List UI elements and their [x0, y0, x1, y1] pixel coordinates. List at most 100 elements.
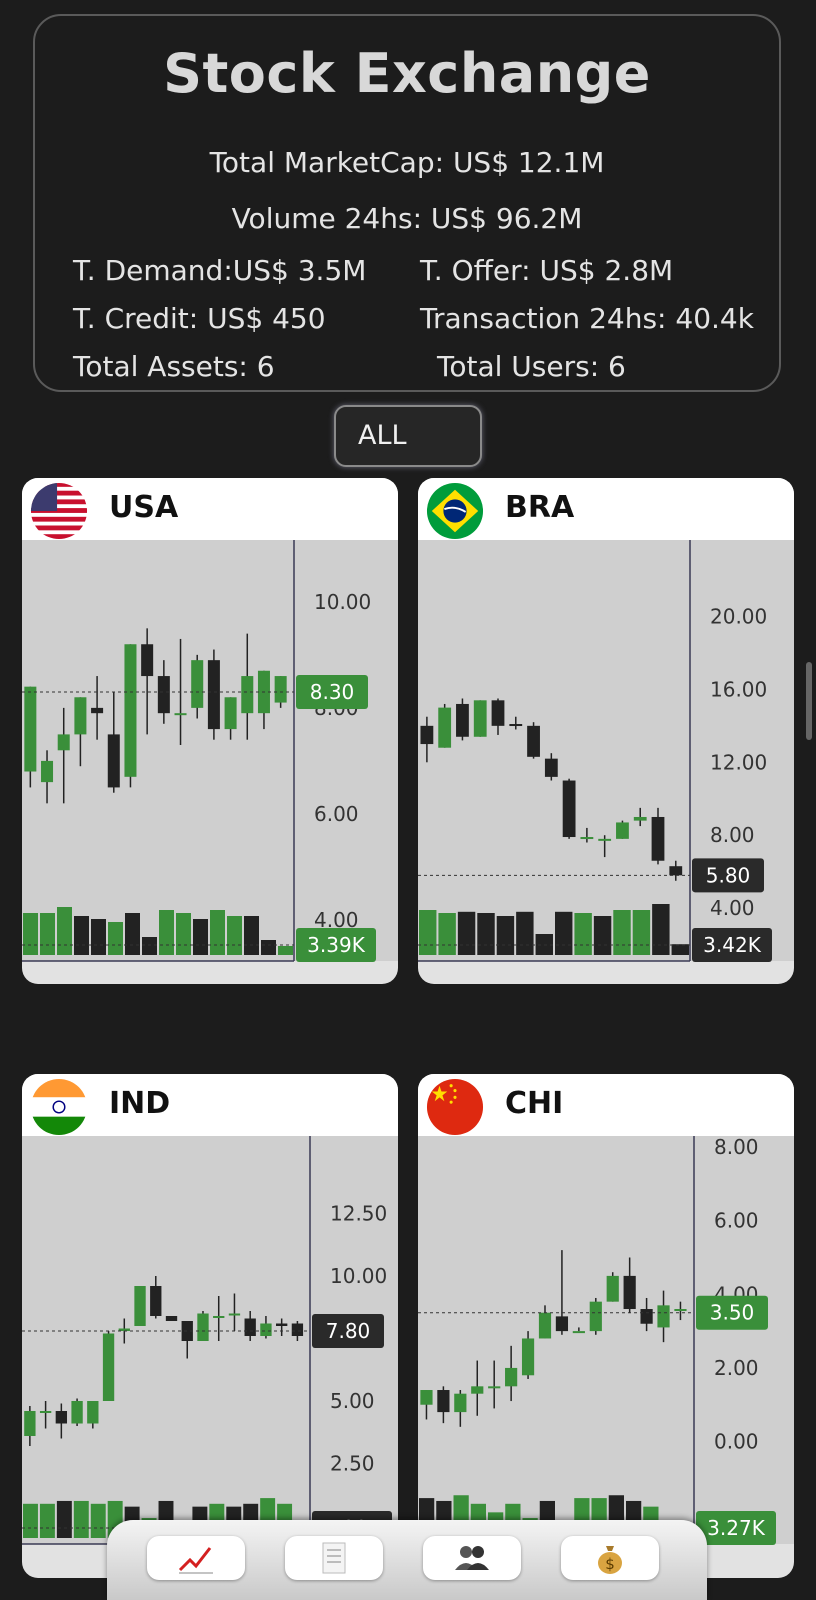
plot-area	[418, 1136, 694, 1544]
market-card-chi[interactable]: CHI 8.00 6.00 4.00 2.00 0.00 3.50 3.27K	[418, 1074, 794, 1578]
candle-body	[276, 1323, 288, 1326]
bottom-dock: $	[107, 1520, 707, 1600]
volume-bar	[496, 916, 515, 955]
candle-body	[544, 758, 558, 777]
volume-bar	[40, 913, 55, 955]
candle-body	[228, 1313, 241, 1316]
candle-body	[580, 837, 594, 840]
total-demand: T. Demand:US$ 3.5M	[73, 254, 367, 287]
price-chart[interactable]: 10.008.006.004.008.303.39K	[22, 540, 398, 984]
last-volume-value: 3.42K	[703, 933, 762, 957]
candle-body	[107, 734, 120, 788]
dock-money-button[interactable]: $	[561, 1536, 659, 1580]
volume-bar	[125, 913, 140, 955]
volume-bar	[613, 910, 631, 955]
volume-bar	[142, 937, 157, 955]
market-name: CHI	[505, 1086, 564, 1121]
candle-body	[291, 1323, 304, 1336]
plot-area	[22, 540, 294, 961]
price-chart[interactable]: 20.00 16.00 12.00 8.00 4.00 5.80 3.42K	[418, 540, 794, 984]
price-tick-label: 10.00	[330, 1264, 387, 1288]
candle-body	[274, 676, 287, 703]
market-card-ind[interactable]: IND 12.5010.007.805.002.500.007.804.09K	[22, 1074, 398, 1578]
price-tick-label: 16.00	[710, 677, 767, 701]
volume-bar	[652, 904, 670, 955]
volume-bar	[176, 913, 191, 955]
market-name: USA	[109, 490, 179, 525]
volume-24hs: Volume 24hs: US$ 96.2M	[231, 202, 583, 235]
card-header: CHI	[418, 1074, 794, 1136]
candle-body	[623, 1275, 636, 1310]
svg-text:$: $	[605, 1555, 615, 1573]
candle-body	[589, 1301, 602, 1332]
scrollbar[interactable]	[806, 662, 812, 740]
candle-body	[420, 1390, 433, 1405]
volume-bar	[227, 916, 242, 955]
candle-body	[527, 725, 540, 757]
candle-body	[491, 700, 505, 726]
candle-body	[669, 866, 683, 876]
candle-body	[174, 713, 187, 716]
market-filter-select[interactable]: ALL	[334, 405, 482, 467]
candle-body	[124, 644, 137, 777]
money-bag-icon: $	[598, 1546, 622, 1574]
volume-bar	[593, 916, 612, 955]
candle-body	[473, 700, 487, 737]
candle-body	[150, 1286, 162, 1316]
volume-bar	[193, 919, 208, 955]
candle-body	[488, 1386, 501, 1389]
volume-bar	[91, 919, 106, 955]
candle-body	[244, 1318, 256, 1336]
receipt-icon	[322, 1542, 346, 1574]
last-price-value: 8.30	[310, 680, 355, 704]
candle-body	[134, 1286, 146, 1326]
china-flag-icon	[426, 1078, 484, 1136]
volume-bar	[90, 1503, 106, 1538]
candle-body	[555, 1316, 569, 1332]
candle-body	[606, 1275, 619, 1302]
price-tick-label: 2.50	[330, 1452, 375, 1476]
price-chart[interactable]: 12.5010.007.805.002.500.007.804.09K	[22, 1136, 398, 1578]
candle-body	[538, 1312, 552, 1339]
candle-body	[102, 1333, 115, 1401]
market-name: BRA	[505, 490, 575, 525]
chart-icon	[178, 1547, 213, 1574]
candle-body	[191, 660, 204, 708]
dock-receipt-button[interactable]	[285, 1536, 383, 1580]
plot-area	[22, 1136, 310, 1544]
candle-body	[74, 697, 87, 735]
volume-bar	[516, 911, 534, 955]
candle-body	[640, 1309, 653, 1324]
price-chart[interactable]: 8.006.004.002.000.003.503.27K	[418, 1136, 794, 1578]
price-axis-area	[694, 1136, 794, 1544]
candle-body	[509, 724, 523, 727]
candle-body	[260, 1323, 272, 1336]
candle-body	[71, 1401, 83, 1424]
candle-body	[41, 760, 54, 783]
candle-body	[437, 1390, 450, 1413]
price-tick-label: 5.00	[330, 1389, 375, 1413]
volume-bar	[39, 1503, 55, 1538]
candle-body	[24, 1411, 36, 1436]
candle-body	[55, 1411, 68, 1424]
price-tick-label: 8.00	[710, 823, 755, 847]
market-card-bra[interactable]: BRA 20.00 16.00 12.00 8.00 4.00 5.80 3.42K	[418, 478, 794, 984]
candle-body	[57, 734, 70, 751]
candle-body	[562, 780, 576, 838]
market-card-usa[interactable]: USA 10.008.006.004.008.303.39K	[22, 478, 398, 984]
transactions-24hs: Transaction 24hs: 40.4k	[420, 302, 754, 335]
volume-bar	[159, 910, 174, 955]
volume-bar	[244, 916, 259, 955]
dock-chart-button[interactable]	[147, 1536, 245, 1580]
candle-body	[616, 822, 629, 839]
last-price-value: 3.50	[710, 1301, 755, 1325]
volume-bar	[671, 944, 689, 955]
total-credit: T. Credit: US$ 450	[73, 302, 326, 335]
market-name: IND	[109, 1086, 171, 1121]
card-header: BRA	[418, 478, 794, 540]
dock-users-button[interactable]	[423, 1536, 521, 1580]
last-volume-value: 3.27K	[707, 1516, 766, 1540]
candle-body	[241, 676, 254, 714]
candle-body	[157, 676, 170, 714]
candle-body	[165, 1316, 178, 1321]
